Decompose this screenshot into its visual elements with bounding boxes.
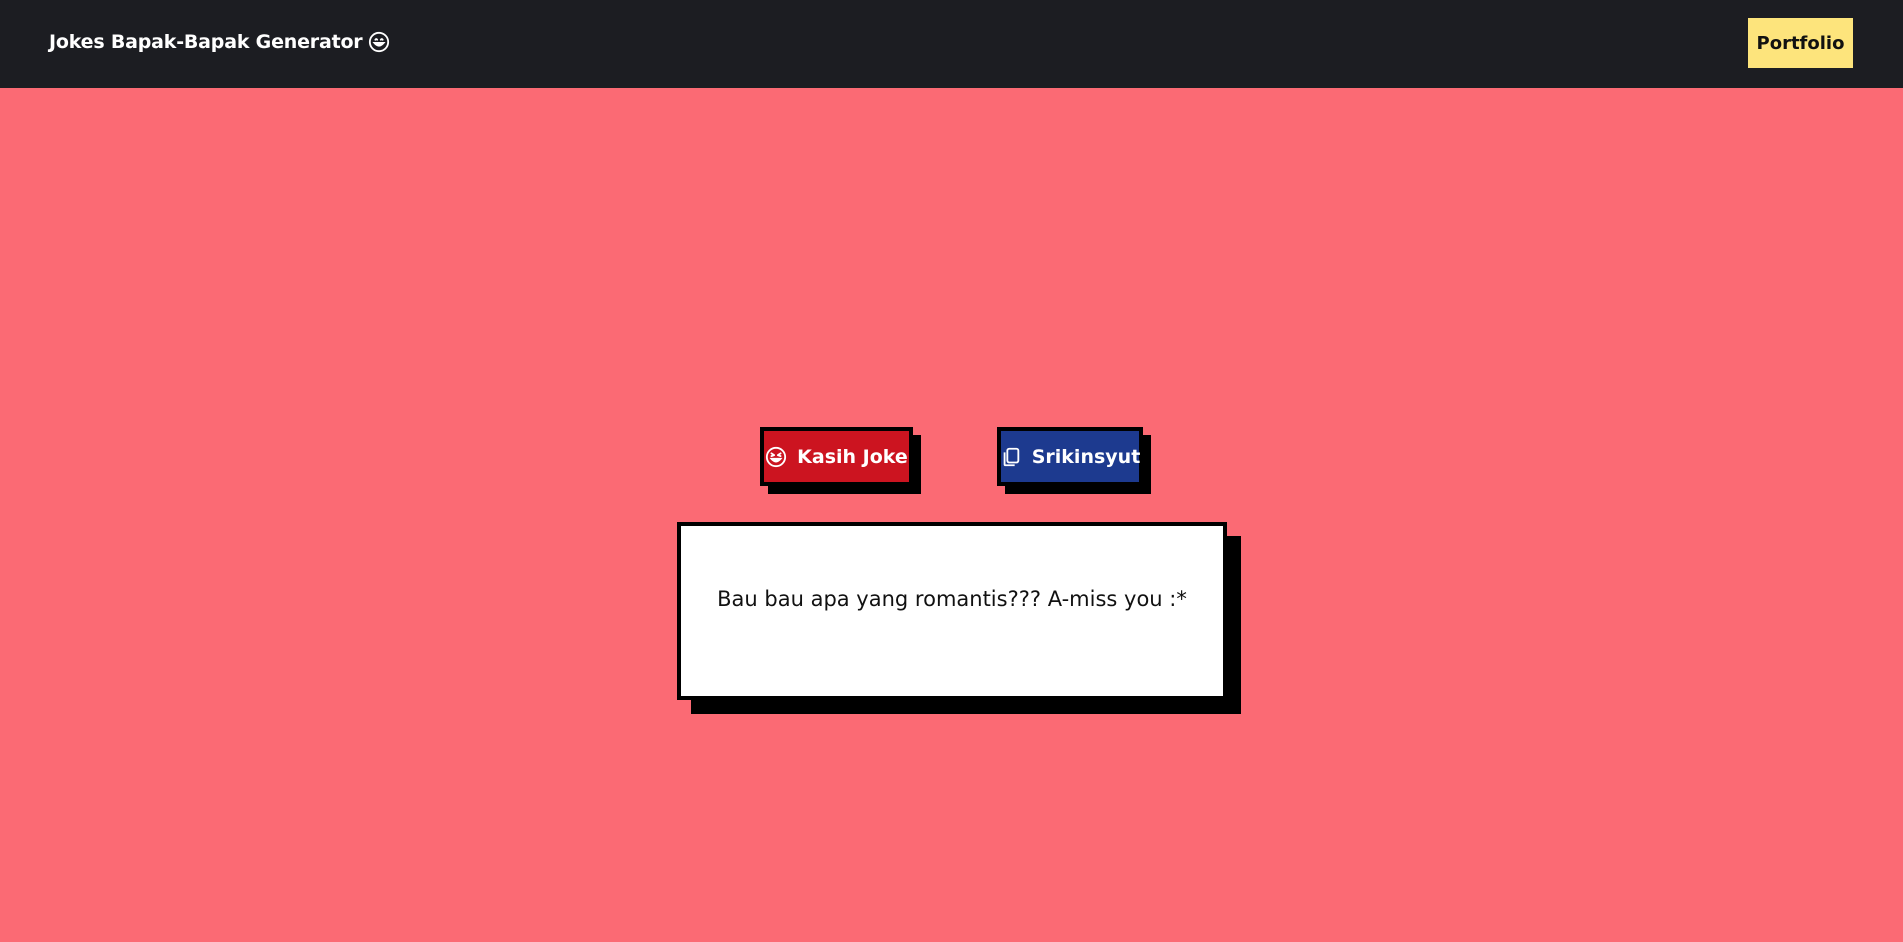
joke-card: Bau bau apa yang romantis??? A-miss you … (677, 522, 1227, 700)
top-navbar: Jokes Bapak-Bapak Generator Portfolio (0, 0, 1903, 88)
kasih-joke-label: Kasih Joke (797, 445, 908, 468)
copy-joke-button[interactable]: Srikinsyut (997, 427, 1143, 486)
joke-text: Bau bau apa yang romantis??? A-miss you … (717, 586, 1187, 611)
app-brand[interactable]: Jokes Bapak-Bapak Generator (49, 31, 390, 53)
copy-icon (1000, 446, 1022, 468)
smile-icon (368, 31, 390, 53)
app-title: Jokes Bapak-Bapak Generator (49, 31, 363, 53)
kasih-joke-button[interactable]: Kasih Joke (760, 427, 913, 486)
laugh-icon (765, 446, 787, 468)
portfolio-button[interactable]: Portfolio (1748, 18, 1853, 68)
copy-joke-label: Srikinsyut (1031, 445, 1141, 468)
